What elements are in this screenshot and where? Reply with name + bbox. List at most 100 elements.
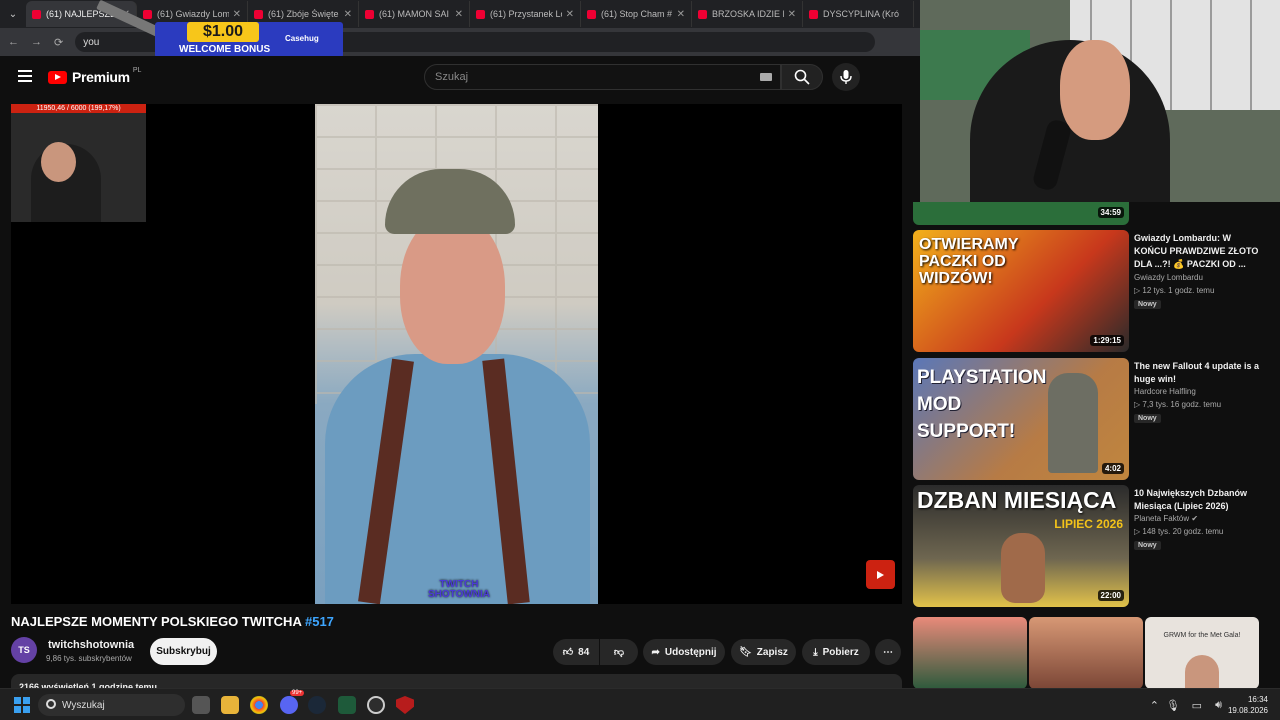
browser-tab[interactable]: (61) Stop Cham # ✕	[581, 1, 692, 27]
forward-icon[interactable]: →	[31, 36, 42, 48]
subscribe-button[interactable]: Subskrybuj	[150, 638, 217, 665]
video-duration: 4:02	[1101, 463, 1124, 474]
verified-icon: ✔	[1191, 514, 1199, 523]
clock-date: 19.08.2026	[1227, 706, 1268, 715]
close-tab-icon[interactable]: ✕	[344, 9, 352, 20]
youtube-favicon-icon	[32, 9, 41, 19]
obs-icon[interactable]	[367, 696, 385, 714]
volume-icon[interactable]: 🔊︎	[1215, 699, 1222, 712]
short-thumbnail[interactable]	[1029, 617, 1143, 689]
search-button[interactable]	[781, 64, 823, 90]
streamer-face	[1060, 40, 1130, 140]
tray-expand-icon[interactable]: ⌃	[1150, 699, 1159, 712]
channel-name[interactable]: twitchshotownia	[48, 639, 134, 651]
save-button[interactable]: 🔖︎ Zapisz	[731, 639, 796, 665]
share-button[interactable]: ➦ Udostępnij	[643, 639, 725, 665]
download-button[interactable]: ⤓ Pobierz	[802, 639, 870, 665]
close-tab-icon[interactable]: ✕	[233, 9, 241, 20]
channel-avatar[interactable]: TS	[11, 637, 37, 663]
short-thumbnail[interactable]	[913, 617, 1027, 689]
video-duration: 1:29:15	[1090, 335, 1124, 346]
recommendation-item[interactable]: OTWIERAMY PACZKI OD WIDZÓW! 1:29:15 Gwia…	[913, 230, 1273, 352]
back-icon[interactable]: ←	[8, 36, 19, 48]
excel-icon[interactable]	[338, 696, 356, 714]
shield-app-icon[interactable]	[396, 696, 414, 714]
menu-icon[interactable]	[18, 70, 32, 82]
download-label: Pobierz	[822, 646, 859, 658]
taskbar-search[interactable]: Wyszukaj	[38, 694, 185, 716]
keyboard-icon[interactable]	[760, 73, 772, 81]
microphone-tray-icon[interactable]: 🎙︎	[1166, 699, 1180, 712]
voice-search-button[interactable]	[832, 63, 860, 91]
short-thumbnail[interactable]: GRWM for the Met Gala!	[1145, 617, 1259, 689]
new-badge: Nowy	[1134, 300, 1161, 309]
reload-icon[interactable]: ⟳	[54, 36, 63, 49]
youtube-favicon-icon	[143, 9, 152, 19]
thumbnail-text: DZBAN MIESIĄCA	[917, 487, 1117, 513]
recommendation-thumbnail[interactable]: PLAYSTATION MOD SUPPORT! 4:02	[913, 358, 1129, 480]
discord-icon[interactable]: 99+	[280, 690, 305, 714]
thumbnail-subtext: LIPIEC 2026	[1054, 517, 1123, 531]
url-field[interactable]: you	[75, 32, 876, 52]
task-view-icon[interactable]	[192, 696, 210, 714]
browser-tab[interactable]: DYSCYPLINA (Kró	[803, 1, 914, 27]
youtube-favicon-icon	[698, 9, 707, 19]
address-bar-row: ← → ⟳ you	[0, 28, 920, 56]
thumbs-up-icon: 👍︎	[562, 647, 574, 658]
recommendation-thumbnail[interactable]: DZBAN MIESIĄCA LIPIEC 2026 22:00	[913, 485, 1129, 607]
thumbnail-text: PLAYSTATION MOD SUPPORT!	[917, 367, 1047, 442]
file-explorer-icon[interactable]	[221, 696, 239, 714]
recommendation-channel[interactable]: Planeta Faktów ✔	[1134, 514, 1198, 523]
youtube-logo[interactable]: Premium PL	[48, 67, 141, 85]
tab-list-button[interactable]: ⌄	[0, 0, 26, 28]
youtube-favicon-icon	[809, 9, 818, 19]
recommendation-channel[interactable]: Hardcore Halfling	[1134, 387, 1196, 396]
browser-tab[interactable]: (61) Zbóje Święte ✕	[248, 1, 359, 27]
close-tab-icon[interactable]: ✕	[677, 9, 685, 20]
close-tab-icon[interactable]: ✕	[566, 9, 574, 20]
video-player[interactable]: TWITCH SHOTOWNIA 11950,46 / 6000 (199,17…	[11, 104, 902, 604]
recommendation-channel[interactable]: Gwiazdy Lombardu	[1134, 273, 1203, 282]
search-input[interactable]: Szukaj	[424, 64, 781, 90]
close-tab-icon[interactable]: ✕	[455, 9, 463, 20]
search-icon	[46, 699, 56, 709]
browser-tab[interactable]: (61) MAMON SAI ✕	[359, 1, 470, 27]
recommendation-item[interactable]: PLAYSTATION MOD SUPPORT! 4:02 The new Fa…	[913, 358, 1273, 480]
browser-tab[interactable]: BRZOSKA IDZIE N ✕	[692, 1, 803, 27]
more-actions-button[interactable]: ⋯	[875, 639, 901, 665]
browser-tab[interactable]: (61) Przystanek Lo ✕	[470, 1, 581, 27]
video-hashtag[interactable]: #517	[305, 614, 334, 629]
logo-text: Premium	[72, 69, 130, 85]
microphone-icon	[840, 70, 852, 84]
subscribe-watermark-icon[interactable]	[866, 560, 895, 589]
tab-title: (61) NAJLEPSZE M	[46, 9, 118, 19]
close-tab-icon[interactable]: ✕	[122, 9, 130, 20]
close-tab-icon[interactable]: ✕	[788, 9, 796, 20]
short-person	[1185, 655, 1219, 689]
recommendation-meta: ▷ 148 tys. 20 godz. temu	[1134, 527, 1224, 536]
recommendation-title[interactable]: Gwiazdy Lombardu: W KOŃCU PRAWDZIWE ZŁOT…	[1134, 232, 1266, 271]
recommendation-thumbnail[interactable]: OTWIERAMY PACZKI OD WIDZÓW! 1:29:15	[913, 230, 1129, 352]
system-clock[interactable]: 16:34 19.08.2026	[1228, 694, 1268, 716]
more-icon: ⋯	[883, 646, 893, 658]
like-button[interactable]: 👍︎ 84	[553, 639, 599, 665]
recommendation-meta: ▷ 7,3 tys. 16 godz. temu	[1134, 400, 1222, 409]
channel-watermark: TWITCH SHOTOWNIA	[427, 579, 491, 600]
recommendation-item[interactable]: DZBAN MIESIĄCA LIPIEC 2026 22:00 10 Najw…	[913, 485, 1273, 607]
tab-title: (61) MAMON SAI	[379, 9, 450, 19]
recommendation-thumbnail-partial[interactable]: 34:59	[913, 202, 1129, 225]
dislike-button[interactable]: 👎︎	[600, 639, 638, 665]
video-frame: TWITCH SHOTOWNIA	[315, 104, 598, 604]
start-windows-icon[interactable]	[14, 697, 30, 713]
clock-time: 16:34	[1247, 695, 1268, 704]
steam-icon[interactable]	[308, 696, 326, 714]
youtube-favicon-icon	[587, 9, 596, 19]
browser-tab[interactable]: (61) Gwiazdy Lom ✕	[137, 1, 248, 27]
display-tray-icon[interactable]: ▭	[1192, 699, 1202, 712]
browser-tab[interactable]: (61) NAJLEPSZE M ✕	[26, 1, 137, 27]
youtube-favicon-icon	[365, 9, 374, 19]
recommendation-title[interactable]: The new Fallout 4 update is a huge win!	[1134, 360, 1266, 386]
chrome-icon[interactable]	[250, 696, 268, 714]
recommendation-title[interactable]: 10 Największych Dzbanów Miesiąca (Lipiec…	[1134, 487, 1266, 513]
tab-title: BRZOSKA IDZIE N	[712, 9, 784, 19]
